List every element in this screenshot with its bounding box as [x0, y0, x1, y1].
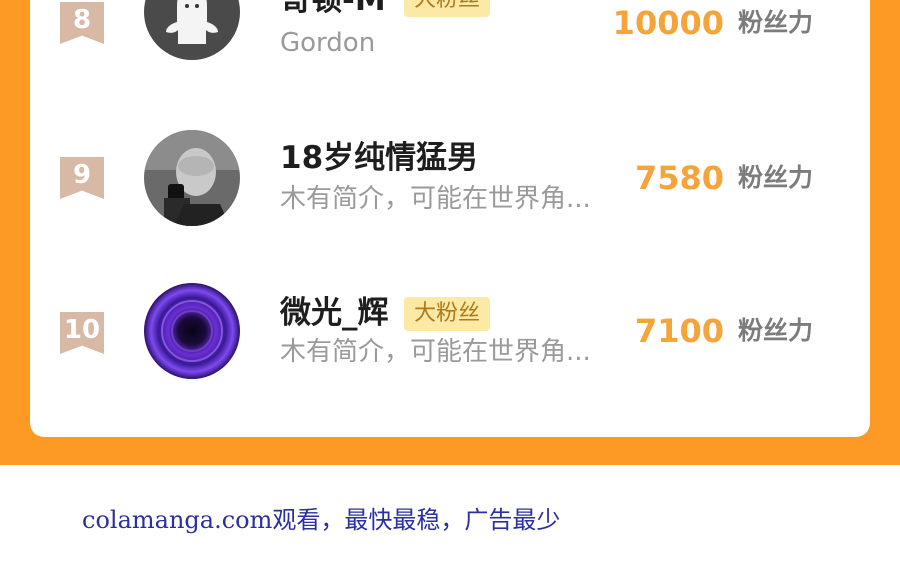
selfie-photo-avatar[interactable] — [144, 130, 240, 226]
user-name: 微光_辉 — [280, 295, 389, 331]
rank-number: 10 — [63, 315, 101, 345]
rank-number: 8 — [72, 5, 92, 35]
ranking-row-10[interactable]: 10 微光_辉 大粉丝 木有简介，可能在世界角... 7100 粉丝力 — [30, 280, 870, 390]
rank-badge: 8 — [60, 2, 104, 44]
user-subtitle: Gordon — [280, 28, 376, 58]
fan-ranking-card: 8 哥顿-M 大粉丝 Gordon 10000 粉丝力 9 — [30, 0, 870, 437]
fan-power-unit: 粉丝力 — [738, 316, 814, 345]
user-subtitle: 木有简介，可能在世界角... — [280, 337, 591, 367]
big-fan-badge: 大粉丝 — [404, 0, 491, 17]
big-fan-badge: 大粉丝 — [404, 297, 491, 331]
fan-power-unit: 粉丝力 — [738, 163, 814, 192]
watermark-text: colamanga.com观看，最快最稳，广告最少 — [82, 506, 561, 534]
rank-badge: 9 — [60, 157, 104, 199]
fan-power-unit: 粉丝力 — [738, 8, 814, 37]
ranking-row-8[interactable]: 8 哥顿-M 大粉丝 Gordon 10000 粉丝力 — [30, 0, 870, 72]
user-name: 18岁纯情猛男 — [280, 140, 479, 176]
purple-vortex-avatar[interactable] — [144, 283, 240, 379]
rank-number: 9 — [72, 160, 92, 190]
ghost-avatar-icon[interactable] — [144, 0, 240, 60]
rank-badge: 10 — [60, 312, 104, 354]
user-subtitle: 木有简介，可能在世界角... — [280, 184, 591, 214]
fan-power-score: 7100 — [634, 312, 724, 350]
fan-power-score: 10000 — [612, 4, 724, 42]
fan-power-score: 7580 — [634, 159, 724, 197]
user-name: 哥顿-M — [280, 0, 386, 18]
ranking-row-9[interactable]: 9 18岁纯情猛男 木有简介，可能在世界角... 7580 粉丝力 — [30, 125, 870, 235]
